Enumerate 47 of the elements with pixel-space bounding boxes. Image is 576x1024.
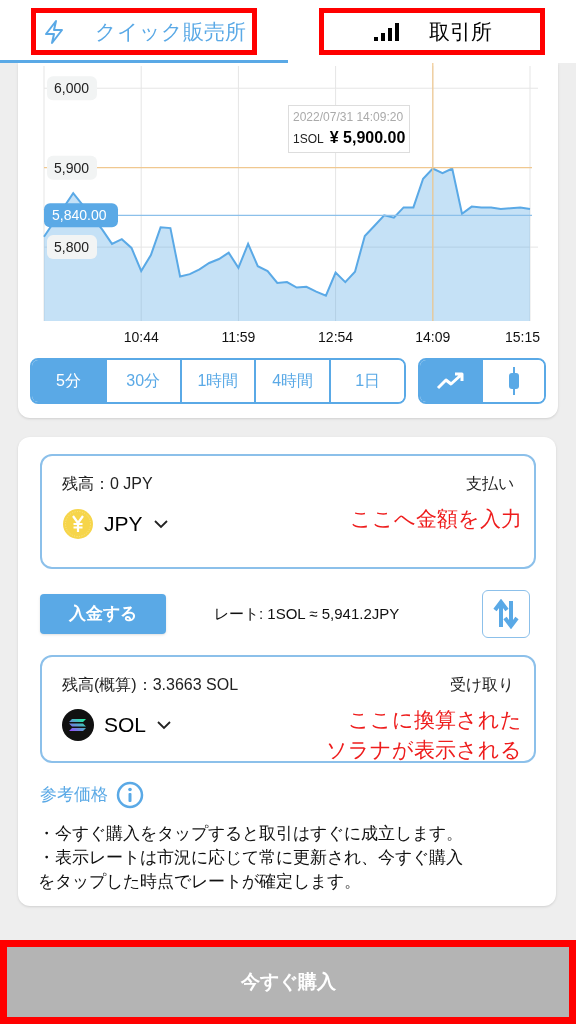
chevron-down-icon — [152, 519, 169, 529]
interval-tab[interactable]: 5分 — [32, 360, 105, 402]
x-tick-label: 15:15 — [504, 329, 540, 345]
tooltip-time: 2022/07/31 14:09:20 — [293, 109, 405, 126]
annotation-text: ここへ金額を入力 — [350, 506, 522, 532]
x-tick-label: 11:59 — [221, 329, 256, 345]
chart-type-button[interactable] — [481, 360, 544, 402]
role-label: 支払い — [466, 474, 514, 494]
note-text: ・表示レートは市況に応じて常に更新され、今すぐ購入をタップした時点でレートが確定します。 — [38, 847, 464, 892]
y-tick-label: 5,900 — [47, 155, 97, 180]
line-chart-icon — [435, 372, 466, 390]
currency-selector[interactable]: JPY — [62, 508, 169, 540]
note-text: ・今すぐ購入をタップすると取引はすぐに成立します。 — [38, 823, 464, 844]
coin-logo-icon — [62, 709, 94, 741]
annotation-text: ここに換算された — [348, 707, 522, 733]
lightning-icon — [42, 18, 65, 45]
chart-type-button[interactable] — [420, 360, 481, 402]
ref-line-label: 5,840.00 — [52, 207, 107, 224]
candlestick-icon — [507, 367, 520, 395]
x-tick-label: 12:54 — [318, 329, 354, 345]
y-tick-label: 6,000 — [54, 80, 90, 97]
x-tick-label: 14:09 — [415, 329, 451, 345]
rate-text: レート: 1SOL ≈ 5,941.2JPY — [214, 603, 400, 624]
role-label: 受け取り — [450, 675, 514, 695]
swap-button[interactable] — [482, 590, 530, 638]
annotation-text: ソラナが表示される — [326, 737, 522, 763]
signal-bars-icon — [372, 21, 399, 42]
yen-coin-icon — [62, 508, 94, 540]
currency-selector[interactable]: SOL — [62, 709, 173, 741]
reference-price-link[interactable]: 参考価格 — [40, 782, 108, 808]
tooltip-unit: 1SOL — [293, 131, 324, 148]
x-tick-label: 10:44 — [123, 329, 159, 345]
tab[interactable]: 取引所 — [319, 8, 545, 55]
swap-arrows-icon — [493, 599, 519, 629]
interval-tab[interactable]: 1日 — [329, 360, 404, 402]
y-tick-label: 6,000 — [47, 76, 97, 101]
chevron-down-icon — [156, 720, 173, 730]
balance-text: 残高：0 JPY — [62, 474, 153, 494]
y-tick-label: 5,800 — [47, 235, 97, 260]
tab[interactable]: クイック販売所 — [31, 8, 257, 55]
deposit-button[interactable]: 入金する — [40, 594, 166, 634]
y-tick-label: 5,900 — [54, 159, 90, 176]
info-icon — [116, 781, 144, 809]
y-tick-label: 5,800 — [54, 239, 90, 256]
tooltip-price: ¥ 5,900.00 — [329, 128, 406, 148]
balance-text: 残高(概算)：3.3663 SOL — [62, 675, 239, 695]
current-price-label: 5,840.00 — [44, 203, 118, 228]
